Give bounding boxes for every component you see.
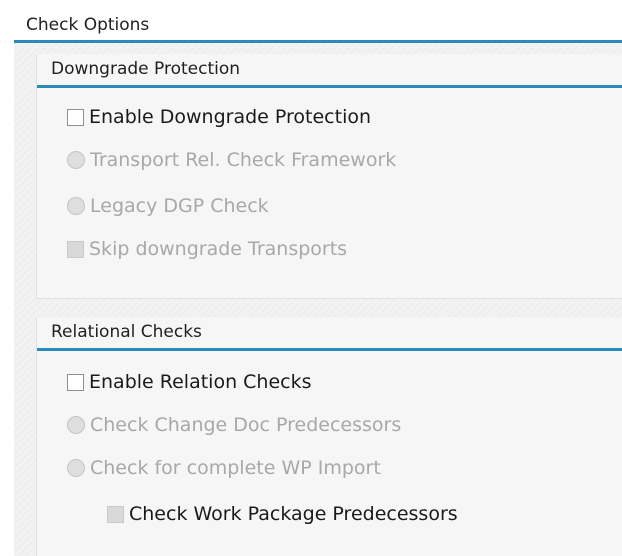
skip-downgrade-transports-checkbox: Skip downgrade Transports <box>67 238 347 260</box>
check-complete-wp-import-label: Check for complete WP Import <box>90 457 381 479</box>
check-options-page: Check Options Downgrade Protection Enabl… <box>0 0 622 556</box>
checkbox-box[interactable] <box>67 108 84 126</box>
legacy-dgp-check-radio: Legacy DGP Check <box>67 195 269 217</box>
checkbox-box <box>67 240 84 258</box>
relational-checks-title-rule <box>37 348 622 351</box>
radio-button-circle <box>67 459 85 477</box>
transport-rel-check-framework-label: Transport Rel. Check Framework <box>90 149 397 171</box>
check-change-doc-predecessors-radio: Check Change Doc Predecessors <box>67 414 401 436</box>
check-complete-wp-import-radio: Check for complete WP Import <box>67 457 381 479</box>
check-options-title: Check Options <box>26 15 150 35</box>
check-change-doc-predecessors-label: Check Change Doc Predecessors <box>90 414 402 436</box>
downgrade-protection-group: Downgrade Protection Enable Downgrade Pr… <box>36 54 622 299</box>
checkbox-box <box>107 505 124 523</box>
check-work-package-predecessors-label: Check Work Package Predecessors <box>129 503 458 525</box>
transport-rel-check-framework-radio: Transport Rel. Check Framework <box>67 149 396 171</box>
relational-checks-title: Relational Checks <box>51 322 202 342</box>
relational-checks-group: Relational Checks Enable Relation Checks… <box>36 317 622 556</box>
skip-downgrade-transports-label: Skip downgrade Transports <box>89 238 348 260</box>
downgrade-protection-title-rule <box>37 85 622 88</box>
enable-downgrade-protection-label: Enable Downgrade Protection <box>89 106 372 128</box>
enable-relation-checks-checkbox[interactable]: Enable Relation Checks <box>67 371 312 393</box>
radio-button-circle <box>67 416 85 434</box>
downgrade-protection-group-border <box>37 298 622 299</box>
enable-downgrade-protection-checkbox[interactable]: Enable Downgrade Protection <box>67 106 371 128</box>
radio-button-circle <box>67 197 85 215</box>
checkbox-box[interactable] <box>67 373 84 391</box>
downgrade-protection-title: Downgrade Protection <box>51 59 241 79</box>
radio-button-circle <box>67 151 85 169</box>
enable-relation-checks-label: Enable Relation Checks <box>89 371 312 393</box>
legacy-dgp-check-label: Legacy DGP Check <box>90 195 269 217</box>
check-work-package-predecessors-checkbox: Check Work Package Predecessors <box>107 503 458 525</box>
